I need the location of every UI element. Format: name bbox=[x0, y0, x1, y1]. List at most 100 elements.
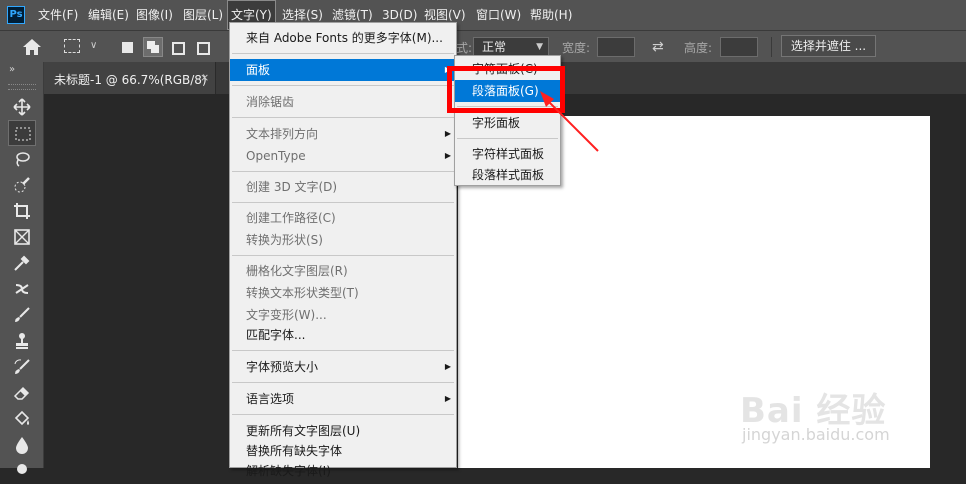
menu-item-convert-text-shape[interactable]: 转换文本形状类型(T) bbox=[230, 282, 456, 304]
frame-tool[interactable] bbox=[8, 224, 36, 250]
baidu-watermark-url: jingyan.baidu.com bbox=[742, 425, 890, 444]
type-menu: 来自 Adobe Fonts 的更多字体(M)... 面板 ▶ 消除锯齿 文本排… bbox=[229, 22, 457, 478]
menu-item-resolve-missing-fonts[interactable]: 解析缺失字体(I) bbox=[230, 460, 456, 482]
height-label: 高度: bbox=[684, 41, 713, 55]
chevron-down-icon: ▼ bbox=[536, 42, 543, 52]
lasso-icon bbox=[16, 152, 30, 167]
paint-bucket-icon bbox=[14, 410, 30, 426]
eraser-tool[interactable] bbox=[8, 380, 36, 406]
healing-brush-tool[interactable] bbox=[8, 276, 36, 302]
crop-tool[interactable] bbox=[8, 198, 36, 224]
select-and-mask-button[interactable]: 选择并遮住 ... bbox=[781, 35, 876, 57]
menu-item-label: 字体预览大小 bbox=[246, 360, 319, 374]
dodge-icon bbox=[17, 464, 27, 474]
submenu-arrow-icon: ▶ bbox=[444, 151, 451, 160]
lasso-tool[interactable] bbox=[8, 146, 36, 172]
move-tool[interactable] bbox=[8, 94, 36, 120]
collapse-panel-icon[interactable]: » bbox=[9, 64, 15, 75]
menu-item-update-all-text-layers[interactable]: 更新所有文字图层(U) bbox=[230, 420, 456, 442]
menu-item-convert-to-shape[interactable]: 转换为形状(S) bbox=[230, 229, 456, 251]
close-icon[interactable]: × bbox=[200, 71, 209, 84]
menu-help[interactable]: 帮助(H) bbox=[530, 0, 572, 30]
move-icon bbox=[13, 98, 31, 116]
menu-item-language-options[interactable]: 语言选项 ▶ bbox=[230, 388, 456, 410]
stamp-icon bbox=[16, 333, 28, 349]
style-value: 正常 bbox=[482, 40, 507, 54]
menu-item-label: OpenType bbox=[246, 149, 306, 163]
menu-item-text-orientation[interactable]: 文本排列方向 ▶ bbox=[230, 123, 456, 145]
menu-separator bbox=[232, 382, 454, 383]
style-label: 式: bbox=[456, 41, 473, 55]
brush-tool[interactable] bbox=[8, 302, 36, 328]
clone-stamp-tool[interactable] bbox=[8, 328, 36, 354]
menu-item-label: 面板 bbox=[246, 63, 271, 77]
eyedropper-tool[interactable] bbox=[8, 250, 36, 276]
submenu-arrow-icon: ▶ bbox=[444, 394, 451, 403]
menu-image[interactable]: 图像(I) bbox=[136, 0, 173, 30]
paint-bucket-tool[interactable] bbox=[8, 406, 36, 432]
menu-file[interactable]: 文件(F) bbox=[38, 0, 78, 30]
quick-select-tool[interactable] bbox=[8, 172, 36, 198]
width-input[interactable] bbox=[597, 37, 635, 57]
document-tab[interactable]: 未标题-1 @ 66.7%(RGB/8) × bbox=[44, 62, 216, 94]
new-selection-icon[interactable] bbox=[122, 42, 133, 53]
menu-item-warp-text[interactable]: 文字变形(W)... bbox=[230, 304, 456, 326]
menu-layer[interactable]: 图层(L) bbox=[183, 0, 223, 30]
width-label: 宽度: bbox=[562, 41, 591, 55]
rect-marquee-tool[interactable] bbox=[8, 120, 36, 146]
menu-separator bbox=[232, 117, 454, 118]
annotation-arrow-icon bbox=[540, 91, 599, 152]
menu-item-label: 文本排列方向 bbox=[246, 127, 319, 141]
add-to-selection-icon[interactable] bbox=[143, 37, 163, 57]
menu-item-label: 语言选项 bbox=[246, 392, 295, 406]
submenu-arrow-icon: ▶ bbox=[444, 362, 451, 371]
menu-item-create-work-path[interactable]: 创建工作路径(C) bbox=[230, 207, 456, 229]
chevron-down-icon[interactable]: ∨ bbox=[90, 40, 97, 51]
menu-item-rasterize-type[interactable]: 栅格化文字图层(R) bbox=[230, 260, 456, 282]
panel-grip[interactable] bbox=[8, 84, 36, 90]
style-select[interactable]: 正常 ▼ bbox=[473, 37, 549, 57]
home-icon[interactable] bbox=[22, 38, 42, 56]
dodge-tool[interactable] bbox=[8, 458, 36, 484]
photoshop-logo-icon: Ps bbox=[7, 6, 25, 24]
subtract-selection-icon[interactable] bbox=[172, 42, 185, 55]
healing-icon bbox=[15, 284, 29, 294]
rect-marquee-preset-icon[interactable] bbox=[64, 39, 80, 53]
document-tab-title: 未标题-1 @ 66.7%(RGB/8) bbox=[54, 73, 207, 87]
submenu-item-paragraph-styles-panel[interactable]: 段落样式面板 bbox=[455, 164, 560, 186]
menu-item-font-preview-size[interactable]: 字体预览大小 ▶ bbox=[230, 356, 456, 378]
menu-separator bbox=[232, 53, 454, 54]
tools-panel: » bbox=[0, 62, 44, 474]
menu-item-more-fonts[interactable]: 来自 Adobe Fonts 的更多字体(M)... bbox=[230, 27, 456, 49]
menu-item-panels[interactable]: 面板 ▶ bbox=[230, 59, 456, 81]
height-input[interactable] bbox=[720, 37, 758, 57]
divider bbox=[771, 37, 772, 57]
menu-separator bbox=[232, 202, 454, 203]
crop-icon bbox=[14, 203, 30, 219]
intersect-selection-icon[interactable] bbox=[197, 42, 210, 55]
menu-separator bbox=[232, 171, 454, 172]
menu-separator bbox=[232, 350, 454, 351]
submenu-arrow-icon: ▶ bbox=[444, 129, 451, 138]
history-brush-tool[interactable] bbox=[8, 354, 36, 380]
eyedropper-icon bbox=[14, 255, 30, 271]
menu-window[interactable]: 窗口(W) bbox=[476, 0, 521, 30]
menu-item-match-font[interactable]: 匹配字体... bbox=[230, 324, 456, 346]
menu-separator bbox=[232, 85, 454, 86]
menu-item-anti-alias[interactable]: 消除锯齿 bbox=[230, 91, 456, 113]
brush-icon bbox=[15, 307, 30, 322]
frame-icon bbox=[14, 229, 30, 245]
drop-icon bbox=[16, 437, 28, 454]
menu-separator bbox=[232, 414, 454, 415]
menu-separator bbox=[232, 255, 454, 256]
marquee-icon bbox=[15, 127, 31, 141]
menubar: Ps 文件(F) 编辑(E) 图像(I) 图层(L) 文字(Y) 选择(S) 滤… bbox=[0, 0, 966, 30]
menu-edit[interactable]: 编辑(E) bbox=[88, 0, 129, 30]
swap-icon[interactable]: ⇄ bbox=[652, 39, 664, 55]
quick-select-icon bbox=[14, 177, 30, 193]
menu-item-opentype[interactable]: OpenType ▶ bbox=[230, 145, 456, 167]
eraser-icon bbox=[13, 386, 30, 400]
menu-item-create-3d-text[interactable]: 创建 3D 文字(D) bbox=[230, 176, 456, 198]
blur-tool[interactable] bbox=[8, 432, 36, 458]
menu-item-replace-missing-fonts[interactable]: 替换所有缺失字体 bbox=[230, 440, 456, 462]
